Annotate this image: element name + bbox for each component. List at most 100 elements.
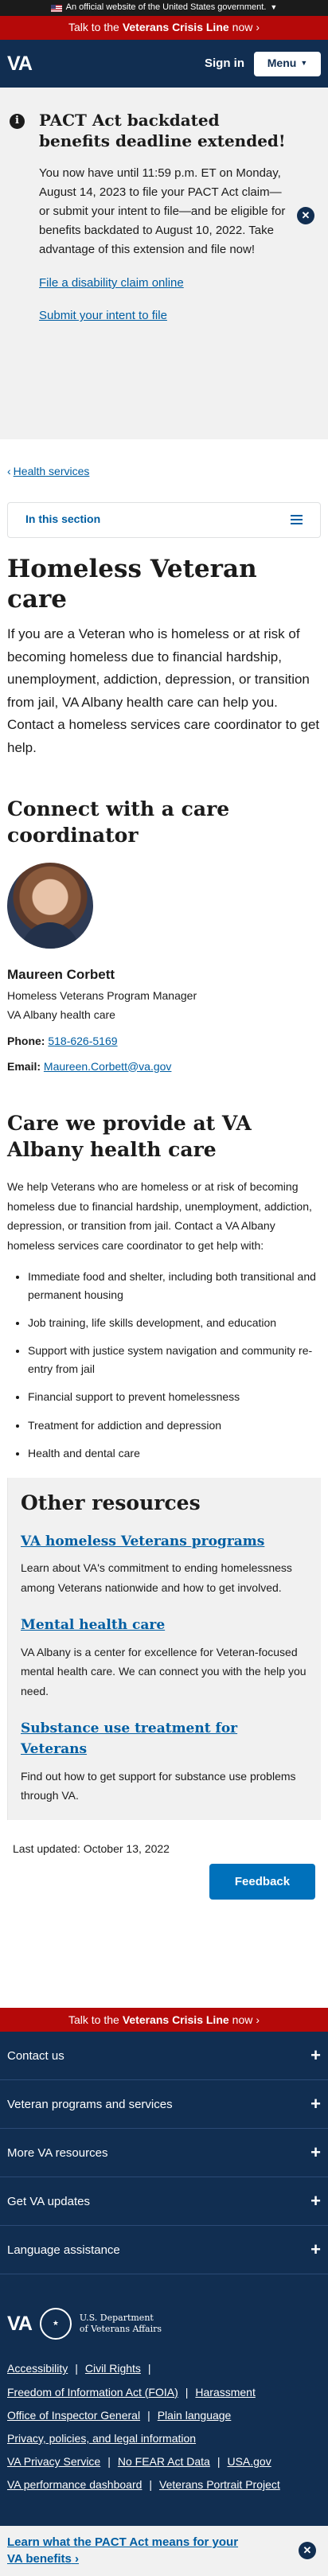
site-footer: Talk to the Veterans Crisis Line now › C… [0,2008,328,2576]
info-icon: i [10,114,25,129]
footer-contact-us[interactable]: Contact us + [0,2032,328,2081]
footer-va-logo[interactable]: VA [7,2309,33,2340]
sign-in-link[interactable]: Sign in [205,54,244,72]
pact-act-bar: Learn what the PACT Act means for your V… [0,2525,328,2576]
foia-link[interactable]: Freedom of Information Act (FOIA) [7,2386,178,2399]
us-flag-icon [50,4,62,12]
alert-title: PACT Act backdated benefits deadline ext… [39,111,286,150]
coordinator-photo [7,863,93,949]
footer-get-updates[interactable]: Get VA updates + [0,2177,328,2227]
plain-language-link[interactable]: Plain language [158,2409,232,2422]
plus-icon: + [310,2191,321,2212]
footer-crisis-line[interactable]: Talk to the Veterans Crisis Line now › [0,2008,328,2032]
plus-icon: + [310,2094,321,2114]
care-list: Immediate food and shelter, including bo… [7,1268,321,1462]
pact-act-text: Learn what the PACT Act means for your V… [7,2535,239,2566]
list-item: Treatment for addiction and depression [28,1417,321,1434]
list-item: Financial support to prevent homelessnes… [28,1388,321,1405]
chevron-down-icon: ▼ [300,59,308,68]
footer-section-label: Contact us [7,2048,64,2063]
footer-language-assistance[interactable]: Language assistance + [0,2226,328,2275]
official-gov-banner[interactable]: An official website of the United States… [0,0,328,16]
crisis-line-name: Veterans Crisis Line [122,21,229,34]
menu-button[interactable]: Menu ▼ [254,51,321,76]
submit-intent-to-file-link[interactable]: Submit your intent to file [39,306,287,325]
portrait-project-link[interactable]: Veterans Portrait Project [159,2478,280,2491]
resources-heading: Other resources [21,1491,201,1515]
page-intro: If you are a Veteran who is homeless or … [7,626,320,755]
phone-label: Phone: [7,1034,45,1047]
plus-icon: + [310,2045,321,2066]
chevron-down-icon: ▼ [270,3,278,12]
substance-use-link[interactable]: Substance use treatment for Veterans [21,1718,308,1760]
last-updated: Last updated: October 13, 2022 [13,1841,170,1855]
dept-line-2: of Veterans Affairs [79,2324,162,2335]
harassment-link[interactable]: Harassment [195,2386,255,2399]
crisis-prefix: Talk to the [68,21,119,34]
chevron-right-icon: › [256,2013,260,2026]
footer-section-label: Get VA updates [7,2194,90,2208]
contact-facility: VA Albany health care [7,1008,115,1022]
usagov-link[interactable]: USA.gov [227,2455,271,2468]
chevron-right-icon: › [75,2552,80,2566]
breadcrumb-health-services[interactable]: Health services [14,465,90,477]
resource-desc: VA Albany is a center for excellence for… [21,1645,307,1697]
chevron-right-icon: › [256,21,260,34]
care-text: We help Veterans who are homeless or at … [7,1180,312,1252]
crisis-suffix: now [232,21,253,34]
resource-desc: Find out how to get support for substanc… [21,1769,296,1802]
no-fear-link[interactable]: No FEAR Act Data [118,2455,210,2468]
accessibility-link[interactable]: Accessibility [7,2362,68,2375]
list-item: Support with justice system navigation a… [28,1342,321,1378]
contact-name: Maureen Corbett [7,967,115,983]
pact-act-link[interactable]: Learn what the PACT Act means for your V… [7,2534,254,2567]
footer-more-resources[interactable]: More VA resources + [0,2129,328,2178]
crisis-line-name: Veterans Crisis Line [122,2013,229,2026]
section-nav-label: In this section [25,512,101,526]
list-item: Job training, life skills development, a… [28,1314,321,1331]
hamburger-icon [291,515,303,525]
footer-section-label: Veteran programs and services [7,2097,173,2111]
footer-veteran-programs[interactable]: Veteran programs and services + [0,2080,328,2130]
feedback-button[interactable]: Feedback [209,1864,315,1900]
care-heading: Care we provide at VA Albany health care [7,1112,252,1161]
crisis-prefix: Talk to the [68,2013,119,2026]
plus-icon: + [310,2142,321,2163]
va-logo[interactable]: VA [7,49,33,80]
oig-link[interactable]: Office of Inspector General [7,2409,140,2422]
list-item: Immediate food and shelter, including bo… [28,1268,321,1304]
close-icon[interactable]: ✕ [299,2542,316,2559]
email-link[interactable]: Maureen.Corbett@va.gov [44,1060,172,1073]
privacy-link[interactable]: Privacy, policies, and legal information [7,2432,196,2445]
list-item: Health and dental care [28,1444,321,1462]
crisis-line-banner[interactable]: Talk to the Veterans Crisis Line now › [0,16,328,40]
menu-label: Menu [267,57,297,70]
in-this-section-button[interactable]: In this section [7,501,321,538]
contact-email: Email: Maureen.Corbett@va.gov [7,1058,321,1076]
alert-text: You now have until 11:59 p.m. ET on Mond… [39,166,286,256]
other-resources: Other resources VA homeless Veterans pro… [7,1478,321,1820]
chevron-left-icon: ‹ [7,465,11,477]
file-disability-claim-link[interactable]: File a disability claim online [39,274,287,292]
performance-dashboard-link[interactable]: VA performance dashboard [7,2478,142,2491]
breadcrumb: ‹ Health services [0,439,328,481]
va-seal-icon: ★ [39,2308,72,2340]
connect-heading: Connect with a care coordinator [7,797,230,847]
footer-logos: VA ★ U.S. Department of Veterans Affairs [0,2274,328,2340]
civil-rights-link[interactable]: Civil Rights [85,2362,141,2375]
official-banner-text: An official website of the United States… [65,2,267,13]
page-title: Homeless Veteran care [7,554,257,614]
pact-act-alert: i PACT Act backdated benefits deadline e… [0,88,328,439]
mental-health-link[interactable]: Mental health care [21,1615,308,1635]
close-icon[interactable]: ✕ [297,207,314,224]
phone-link[interactable]: 518-626-5169 [48,1035,117,1047]
homeless-programs-link[interactable]: VA homeless Veterans programs [21,1531,308,1552]
va-privacy-link[interactable]: VA Privacy Service [7,2455,100,2468]
footer-section-label: Language assistance [7,2243,120,2257]
crisis-suffix: now [232,2013,253,2026]
email-label: Email: [7,1059,41,1073]
site-header: VA Sign in Menu ▼ [0,40,328,88]
resource-desc: Learn about VA's commitment to ending ho… [21,1561,292,1594]
contact-phone: Phone: 518-626-5169 [7,1033,321,1050]
department-name: U.S. Department of Veterans Affairs [80,2313,162,2336]
